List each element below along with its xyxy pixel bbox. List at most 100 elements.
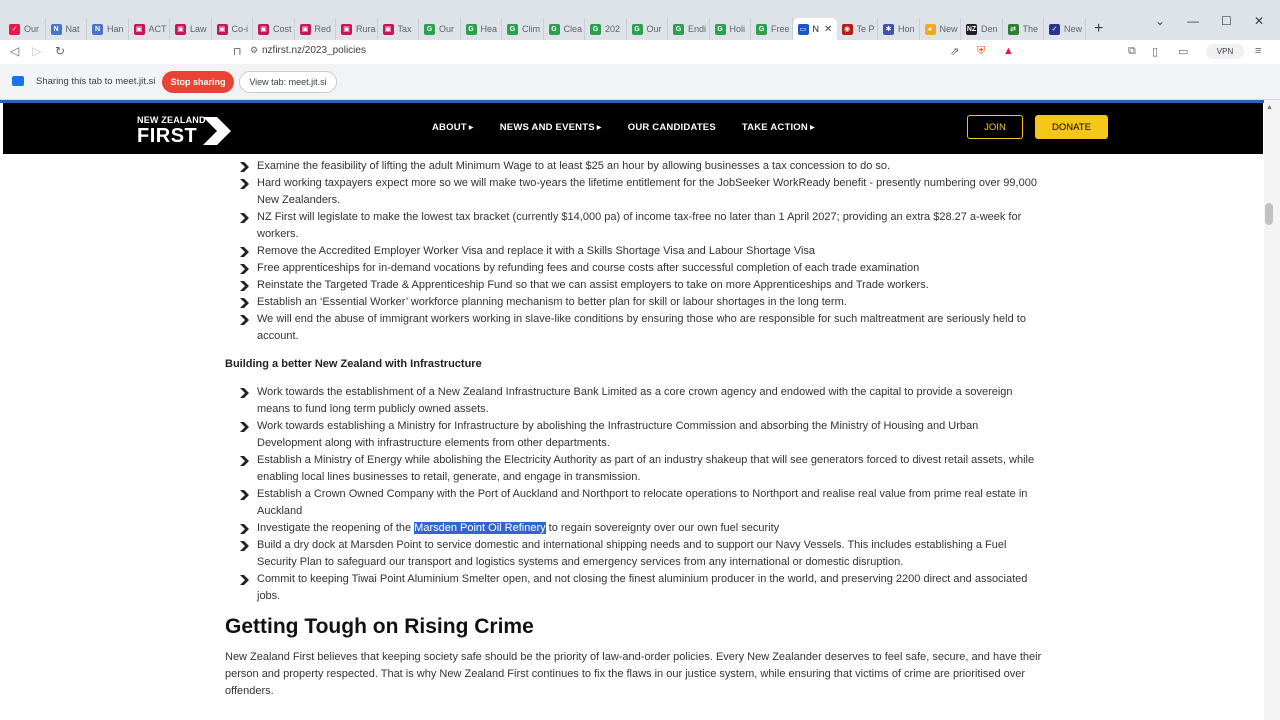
browser-tab[interactable]: ▣ Rura bbox=[336, 18, 378, 40]
tab-strip: ✓ Our N Nat N Han ▣ ACT ▣ Law ▣ Co-i ▣ Cost ▣ Red ▣ Rura ▣… bbox=[0, 0, 1280, 40]
nav-item-take-action[interactable]: TAKE ACTION ▸ bbox=[742, 122, 815, 133]
browser-tab[interactable]: N Han bbox=[87, 18, 129, 40]
browser-tab[interactable]: G Our bbox=[627, 18, 668, 40]
list-item-text: Work towards establishing a Ministry for… bbox=[257, 420, 979, 449]
browser-tab[interactable]: G Holi bbox=[710, 18, 751, 40]
nav-item-about[interactable]: ABOUT ▸ bbox=[432, 122, 474, 133]
tab-search-icon[interactable]: ⌄ bbox=[1155, 14, 1165, 28]
browser-tab[interactable]: ▣ Tax bbox=[378, 18, 419, 40]
section-heading-infrastructure: Building a better New Zealand with Infra… bbox=[225, 358, 482, 370]
browser-tab[interactable]: ▣ Law bbox=[170, 18, 212, 40]
page-scrollbar[interactable] bbox=[1264, 100, 1280, 720]
browser-tab[interactable]: ◉ Te P bbox=[837, 18, 878, 40]
tab-favicon-icon: G bbox=[507, 23, 518, 35]
browser-tab[interactable]: G Hea bbox=[461, 18, 502, 40]
selected-text-highlight[interactable]: Marsden Point Oil Refinery bbox=[414, 522, 546, 534]
donate-button[interactable]: DONATE bbox=[1035, 115, 1108, 139]
scroll-up-arrow-icon[interactable]: ▲ bbox=[1266, 104, 1273, 111]
wallet-icon[interactable]: ▭ bbox=[1178, 45, 1188, 58]
browser-tab[interactable]: G Free bbox=[751, 18, 793, 40]
close-tab-icon[interactable]: ✕ bbox=[824, 24, 832, 35]
nav-item-label: OUR CANDIDATES bbox=[627, 122, 716, 133]
back-icon[interactable]: ◁ bbox=[10, 44, 19, 58]
tab-title: ACT bbox=[148, 24, 167, 34]
browser-tab[interactable]: ▣ Cost bbox=[253, 18, 295, 40]
list-item: Reinstate the Targeted Trade & Apprentic… bbox=[225, 277, 1045, 294]
site-info-icon[interactable]: ⚙ bbox=[250, 45, 258, 56]
tab-title: Hon bbox=[898, 24, 915, 34]
crime-paragraph: New Zealand First believes that keeping … bbox=[225, 651, 1042, 697]
tab-favicon-icon: ▣ bbox=[258, 23, 269, 35]
extensions-icon[interactable]: ⧉ bbox=[1128, 45, 1136, 58]
browser-tab[interactable]: N Nat bbox=[46, 18, 87, 40]
nav-item-our-candidates[interactable]: OUR CANDIDATES bbox=[628, 122, 716, 133]
vpn-button[interactable]: VPN bbox=[1206, 44, 1244, 59]
browser-tab[interactable]: ● New bbox=[920, 18, 961, 40]
close-window-icon[interactable]: ✕ bbox=[1254, 14, 1264, 28]
browser-tab[interactable]: ✱ Hon bbox=[878, 18, 920, 40]
browser-tab[interactable]: G Clea bbox=[544, 18, 585, 40]
list-item: Remove the Accredited Employer Worker Vi… bbox=[225, 243, 1045, 260]
browser-tab[interactable]: G Our bbox=[419, 18, 461, 40]
tab-title: Hea bbox=[480, 24, 498, 34]
browser-tab[interactable]: ▭ N ✕ bbox=[792, 18, 837, 40]
bullet-chevron-icon bbox=[240, 575, 249, 585]
browser-tab[interactable]: ▣ Co-i bbox=[212, 18, 253, 40]
url-field[interactable]: nzfirst.nz/2023_policies bbox=[262, 45, 366, 56]
tab-favicon-icon: N bbox=[92, 23, 103, 35]
tab-favicon-icon: N bbox=[50, 23, 62, 35]
scroll-thumb[interactable] bbox=[1265, 203, 1273, 225]
tab-favicon-icon: G bbox=[590, 23, 601, 35]
browser-tab[interactable]: ▣ Red bbox=[295, 18, 336, 40]
tab-title: Clea bbox=[563, 24, 583, 34]
address-toolbar: ◁ ▷ ↻ ⊓ ⚙ nzfirst.nz/2023_policies ⇗ ⛨ ▲… bbox=[0, 40, 1280, 64]
forward-icon[interactable]: ▷ bbox=[32, 44, 41, 58]
nz-first-logo[interactable]: NEW ZEALAND FIRST bbox=[137, 113, 237, 147]
minimize-icon[interactable]: — bbox=[1187, 14, 1199, 28]
tab-favicon-icon: G bbox=[631, 23, 643, 35]
browser-tab[interactable]: ✓ New bbox=[1044, 18, 1086, 40]
tab-favicon-icon: ● bbox=[924, 23, 936, 35]
join-button[interactable]: JOIN bbox=[967, 115, 1023, 139]
tab-title: The bbox=[1022, 24, 1039, 34]
list-item-text: Remove the Accredited Employer Worker Vi… bbox=[257, 245, 816, 257]
bullet-chevron-icon bbox=[240, 281, 249, 291]
bullet-chevron-icon bbox=[240, 179, 249, 189]
maximize-icon[interactable]: ☐ bbox=[1221, 14, 1232, 28]
bookmark-icon[interactable]: ⊓ bbox=[233, 45, 242, 58]
list-item-text: Build a dry dock at Marsden Point to ser… bbox=[257, 539, 1007, 568]
tab-title: Our bbox=[24, 24, 40, 34]
browser-tab[interactable]: G 202 bbox=[585, 18, 627, 40]
list-item: Build a dry dock at Marsden Point to ser… bbox=[225, 537, 1045, 571]
list-item-text: Reinstate the Targeted Trade & Apprentic… bbox=[257, 279, 929, 291]
browser-tab[interactable]: ⇄ The bbox=[1003, 18, 1044, 40]
menu-icon[interactable]: ≡ bbox=[1255, 45, 1261, 57]
nav-item-news-and-events[interactable]: NEWS AND EVENTS ▸ bbox=[500, 122, 602, 133]
bullet-chevron-icon bbox=[240, 213, 249, 223]
sharing-bar: Sharing this tab to meet.jit.si Stop sha… bbox=[0, 64, 1280, 100]
tab-favicon-icon: ✱ bbox=[883, 23, 894, 35]
browser-tab[interactable]: NZ Den bbox=[961, 18, 1003, 40]
reload-icon[interactable]: ↻ bbox=[55, 44, 65, 58]
tab-favicon-icon: ▣ bbox=[299, 23, 311, 35]
bullet-chevron-icon bbox=[240, 298, 249, 308]
sidebar-icon[interactable]: ▯ bbox=[1152, 45, 1158, 58]
browser-tab[interactable]: ✓ Our bbox=[4, 18, 46, 40]
tab-favicon-icon: NZ bbox=[966, 23, 977, 35]
browser-tab[interactable]: ▣ ACT bbox=[129, 18, 170, 40]
stop-sharing-button[interactable]: Stop sharing bbox=[162, 71, 234, 93]
list-item: Commit to keeping Tiwai Point Aluminium … bbox=[225, 571, 1045, 605]
rewards-icon[interactable]: ▲ bbox=[1003, 45, 1014, 57]
view-tab-button[interactable]: View tab: meet.jit.si bbox=[239, 71, 337, 93]
tab-favicon-icon: ▭ bbox=[797, 23, 809, 35]
share-page-icon[interactable]: ⇗ bbox=[950, 45, 959, 58]
browser-tab[interactable]: G Clim bbox=[502, 18, 544, 40]
vpn-label: VPN bbox=[1216, 47, 1234, 56]
browser-tab[interactable]: G Endi bbox=[668, 18, 710, 40]
tab-favicon-icon: G bbox=[424, 23, 435, 35]
brave-shield-icon[interactable]: ⛨ bbox=[977, 45, 985, 58]
employment-policy-list: Examine the feasibility of lifting the a… bbox=[225, 158, 1045, 345]
list-item-text: NZ First will legislate to make the lowe… bbox=[257, 211, 1022, 240]
tab-favicon-icon: ▣ bbox=[133, 23, 145, 35]
new-tab-button[interactable]: + bbox=[1094, 20, 1103, 38]
